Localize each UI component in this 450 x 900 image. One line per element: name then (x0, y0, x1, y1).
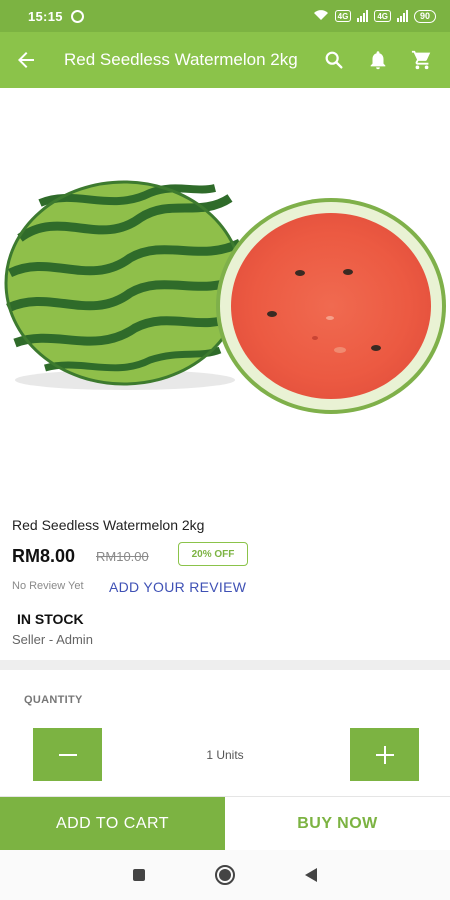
quantity-decrease-button[interactable] (33, 728, 102, 781)
network-badge-1: 4G (334, 10, 352, 22)
signal-icon (357, 10, 369, 22)
product-name: Red Seedless Watermelon 2kg (12, 517, 205, 533)
cart-button[interactable] (410, 48, 434, 72)
battery-indicator: 90 (413, 9, 436, 23)
recent-apps-icon[interactable] (133, 869, 145, 881)
signal-icon-2 (396, 10, 408, 22)
add-review-link[interactable]: ADD YOUR REVIEW (109, 579, 246, 595)
minus-icon (58, 753, 77, 756)
seller-info: Seller - Admin (12, 632, 93, 647)
system-nav-bar (0, 850, 450, 900)
back-button[interactable] (0, 32, 52, 88)
product-image (0, 88, 450, 488)
add-to-cart-button[interactable]: ADD TO CART (0, 797, 225, 851)
app-bar: Red Seedless Watermelon 2kg (0, 32, 450, 88)
half-watermelon-image (216, 198, 446, 414)
whole-watermelon-image (4, 180, 244, 386)
plus-icon (375, 745, 394, 764)
quantity-increase-button[interactable] (350, 728, 419, 781)
status-bar: 15:15 4G 4G 90 (0, 0, 450, 32)
alarm-icon (70, 9, 84, 23)
discount-badge: 20% OFF (178, 542, 248, 566)
quantity-value: 1 Units (206, 748, 244, 762)
wifi-icon (313, 9, 329, 24)
original-price: RM10.00 (96, 549, 149, 564)
cart-icon (411, 50, 431, 70)
page-title: Red Seedless Watermelon 2kg (64, 50, 298, 69)
search-icon (325, 51, 343, 69)
network-badge-2: 4G (374, 10, 391, 22)
quantity-label: QUANTITY (24, 694, 83, 706)
bell-icon (370, 51, 386, 70)
product-price: RM8.00 (12, 546, 76, 566)
status-time: 15:15 (28, 8, 63, 24)
product-info: Red Seedless Watermelon 2kg RM8.00 RM10.… (0, 488, 450, 660)
review-status: No Review Yet (12, 580, 84, 592)
nav-back-icon[interactable] (305, 868, 317, 882)
section-divider (0, 660, 450, 670)
arrow-left-icon (18, 52, 34, 68)
purchase-actions: ADD TO CART BUY NOW (0, 796, 450, 851)
buy-now-button[interactable]: BUY NOW (225, 797, 450, 851)
search-button[interactable] (322, 48, 346, 72)
status-icons: 4G 4G 90 (313, 9, 436, 24)
stock-status: IN STOCK (17, 611, 84, 627)
home-icon[interactable] (215, 865, 235, 885)
notification-button[interactable] (366, 48, 390, 72)
